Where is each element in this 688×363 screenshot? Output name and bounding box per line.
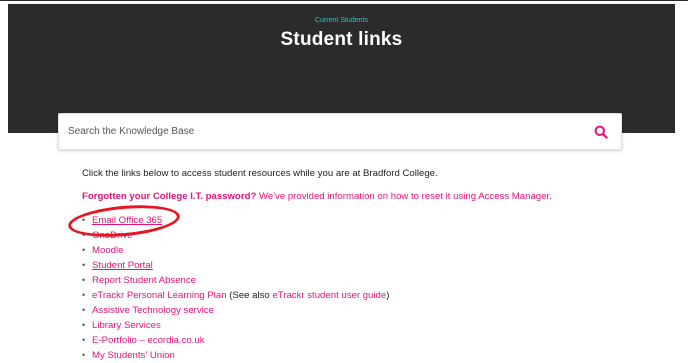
list-item: • OneDrive	[82, 228, 389, 243]
list-item: • Library Services	[82, 318, 389, 333]
password-reset-line: Forgotten your College I.T. password? We…	[82, 191, 552, 202]
search-input[interactable]	[68, 114, 568, 149]
search-button[interactable]	[589, 120, 613, 144]
list-item: • E-Portfolio – ecordia.co.uk	[82, 333, 389, 348]
bullet: •	[82, 215, 86, 225]
search-icon	[594, 125, 608, 139]
bullet: •	[82, 305, 86, 315]
library-services-link[interactable]: Library Services	[92, 318, 161, 333]
students-union-link[interactable]: My Students' Union	[92, 348, 175, 363]
list-item: • eTrackr Personal Learning Plan (See al…	[82, 288, 389, 303]
student-portal-link[interactable]: Student Portal	[92, 258, 153, 273]
top-border	[0, 0, 688, 3]
bullet: •	[82, 335, 86, 345]
bullet: •	[82, 290, 86, 300]
moodle-link[interactable]: Moodle	[92, 243, 123, 258]
page-title: Student links	[280, 29, 403, 50]
report-absence-link[interactable]: Report Student Absence	[92, 273, 196, 288]
bullet: •	[82, 230, 86, 240]
bullet: •	[82, 350, 86, 360]
bullet: •	[82, 320, 86, 330]
see-also-text: (See also	[226, 290, 273, 301]
email-office365-link[interactable]: Email Office 365	[92, 213, 162, 228]
etrackr-guide-link[interactable]: eTrackr student user guide	[272, 288, 386, 303]
list-item: • Report Student Absence	[82, 273, 389, 288]
intro-text: Click the links below to access student …	[82, 168, 438, 179]
forgotten-password-link[interactable]: Forgotten your College I.T. password?	[82, 191, 256, 202]
bullet: •	[82, 260, 86, 270]
eportfolio-link[interactable]: E-Portfolio – ecordia.co.uk	[92, 333, 205, 348]
etrackr-plan-link[interactable]: eTrackr Personal Learning Plan	[92, 288, 227, 303]
close-paren-text: )	[386, 290, 390, 301]
bullet: •	[82, 245, 86, 255]
bullet: •	[82, 275, 86, 285]
onedrive-link[interactable]: OneDrive	[92, 228, 133, 243]
search-bar	[58, 113, 622, 150]
list-item: • My Students' Union	[82, 348, 389, 363]
breadcrumb-eyebrow[interactable]: Current Students	[8, 17, 675, 24]
list-item: • Assistive Technology service	[82, 303, 389, 318]
list-item: • Student Portal	[82, 258, 389, 273]
assistive-tech-link[interactable]: Assistive Technology service	[92, 303, 214, 318]
student-links-list: • Email Office 365 • OneDrive • Moodle •…	[82, 213, 389, 363]
list-item: • Moodle	[82, 243, 389, 258]
password-reset-info: We've provided information on how to res…	[256, 191, 552, 202]
list-item: • Email Office 365	[82, 213, 389, 228]
